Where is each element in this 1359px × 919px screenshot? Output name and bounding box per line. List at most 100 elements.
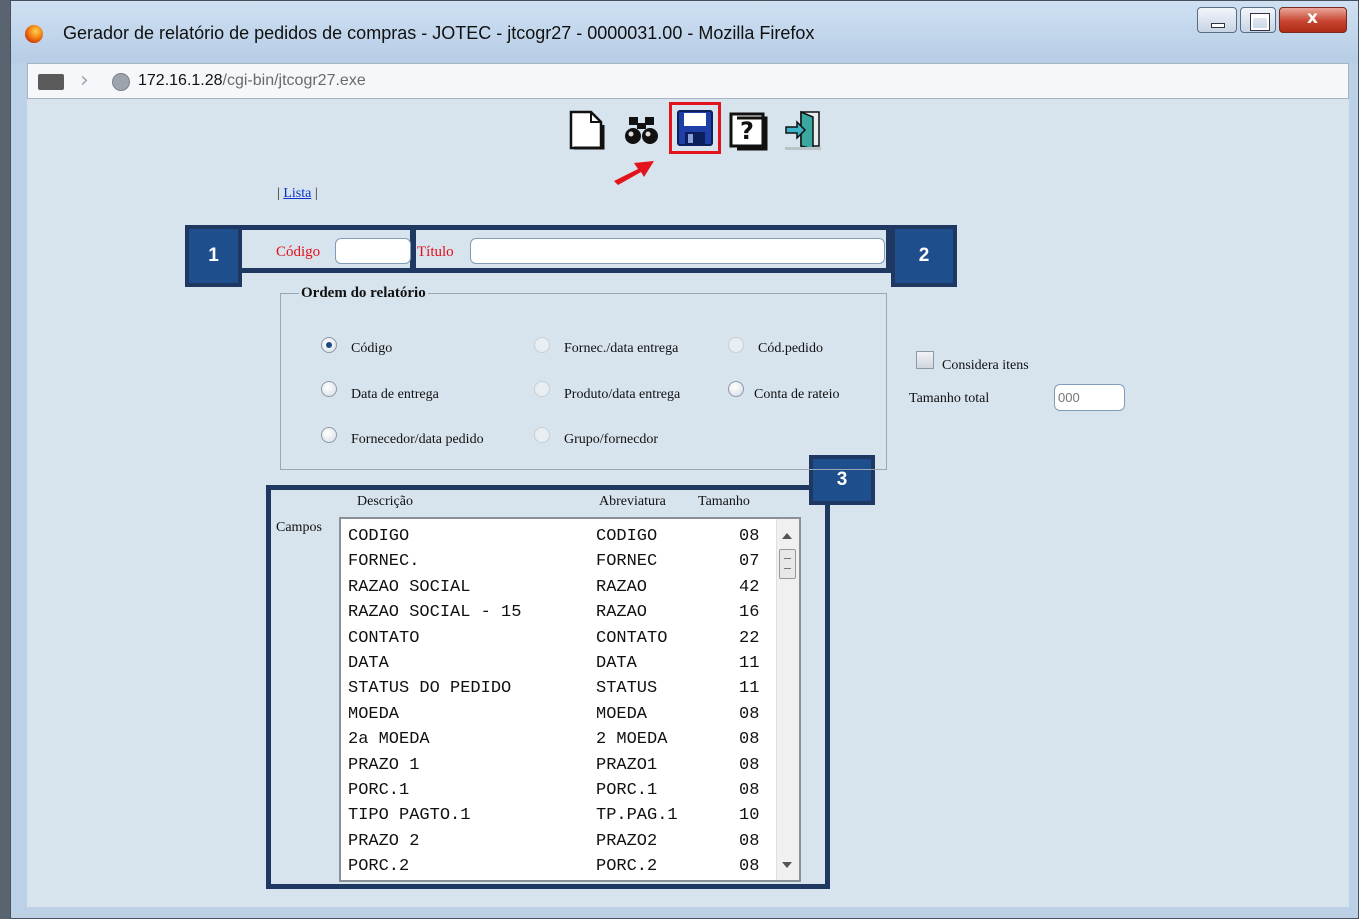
close-button[interactable] xyxy=(1279,7,1347,33)
radio-conta-rateio[interactable] xyxy=(728,381,744,397)
globe-icon xyxy=(112,73,130,91)
radio-data-entrega[interactable] xyxy=(321,381,337,397)
list-item-size: 16 xyxy=(739,603,760,623)
lista-link[interactable]: Lista xyxy=(283,186,311,201)
tab-groups-icon[interactable] xyxy=(38,74,64,90)
codigo-input[interactable] xyxy=(335,238,411,264)
list-item-desc: STATUS DO PEDIDO xyxy=(348,679,512,699)
pointer-arrow-icon xyxy=(612,155,656,187)
list-item-abbr: 2 MOEDA xyxy=(596,730,668,750)
radio-codigo[interactable] xyxy=(321,337,337,353)
list-item-abbr: RAZAO xyxy=(596,577,648,597)
list-item-desc: 2a MOEDA xyxy=(348,730,430,750)
callout-number-2: 2 xyxy=(891,225,957,287)
list-item-size: 08 xyxy=(739,704,760,724)
radio-label: Cód.pedido xyxy=(758,341,823,356)
exit-door-icon[interactable] xyxy=(783,109,823,151)
browser-window: Gerador de relatório de pedidos de compr… xyxy=(10,0,1359,919)
campos-label: Campos xyxy=(276,520,322,535)
url-path: /cgi-bin/jtcogr27.exe xyxy=(222,72,366,89)
callout-number-1: 1 xyxy=(185,225,242,287)
list-item-abbr: FORNEC xyxy=(596,552,658,572)
tamanho-total-label: Tamanho total xyxy=(909,391,990,406)
list-item-desc: PORC.1 xyxy=(348,781,410,800)
list-item-abbr: RAZAO xyxy=(596,603,648,623)
list-item-desc: CODIGO xyxy=(348,527,410,546)
list-item-desc: DATA xyxy=(348,654,389,673)
titulo-input[interactable] xyxy=(470,238,885,264)
list-item[interactable]: DATA DATA 11 xyxy=(341,654,781,679)
campos-scrollbar[interactable] xyxy=(776,519,799,880)
list-item-abbr: CODIGO xyxy=(596,527,658,546)
address-bar[interactable]: › 172.16.1.28/cgi-bin/jtcogr27.exe xyxy=(27,63,1349,99)
considera-itens-label: Considera itens xyxy=(942,358,1029,373)
list-item-abbr: MOEDA xyxy=(596,704,648,724)
list-item[interactable]: PORC.1 PORC.1 08 xyxy=(341,781,781,806)
tamanho-total-input[interactable] xyxy=(1054,384,1125,411)
title-bar: Gerador de relatório de pedidos de compr… xyxy=(11,1,1358,63)
list-item[interactable]: RAZAO SOCIAL - 15 RAZAO 16 xyxy=(341,603,781,628)
radio-produto-data-entrega xyxy=(534,381,550,397)
list-item-desc: PRAZO 2 xyxy=(348,831,420,851)
list-item-abbr: PRAZO2 xyxy=(596,831,658,851)
save-floppy-icon[interactable] xyxy=(669,102,721,154)
campos-listbox[interactable]: CODIGO CODIGO 08 FORNEC. FORNEC 07 RAZAO SOCIA… xyxy=(339,517,801,882)
considera-itens-checkbox[interactable] xyxy=(916,351,934,369)
list-item-abbr: PORC.1 xyxy=(596,781,658,800)
list-item-abbr: DATA xyxy=(596,654,637,673)
page-content: ? | Lista | 1 2 3 Código Título Ordem do… xyxy=(27,99,1349,907)
list-item[interactable]: RAZAO SOCIAL RAZAO 42 xyxy=(341,578,781,603)
find-binoculars-icon[interactable] xyxy=(623,109,663,151)
list-item-abbr: TP.PAG.1 xyxy=(596,806,678,826)
list-item[interactable]: TIPO PAGTO.1 TP.PAG.1 10 xyxy=(341,806,781,831)
nav-separator: | xyxy=(277,186,280,201)
list-item-size: 22 xyxy=(739,628,760,648)
list-item-size: 10 xyxy=(739,806,760,826)
scroll-down-icon[interactable] xyxy=(782,862,792,868)
header-descricao: Descrição xyxy=(357,494,413,509)
minimize-button[interactable] xyxy=(1197,7,1237,33)
list-item-size: 42 xyxy=(739,577,760,597)
list-item[interactable]: CODIGO CODIGO 08 xyxy=(341,527,781,552)
new-document-icon[interactable] xyxy=(565,109,605,151)
list-item-desc: MOEDA xyxy=(348,704,400,724)
radio-label: Data de entrega xyxy=(351,387,439,402)
list-item[interactable]: CONTATO CONTATO 22 xyxy=(341,629,781,654)
list-item-size: 08 xyxy=(739,527,760,546)
list-item[interactable]: FORNEC. FORNEC 07 xyxy=(341,552,781,577)
list-item[interactable]: MOEDA MOEDA 08 xyxy=(341,705,781,730)
scroll-up-icon[interactable] xyxy=(782,533,792,539)
list-item[interactable]: PRAZO 2 PRAZO2 08 xyxy=(341,832,781,857)
list-item-abbr: CONTATO xyxy=(596,628,668,648)
radio-label: Código xyxy=(351,341,393,356)
titulo-label: Título xyxy=(417,244,454,260)
list-item-size: 08 xyxy=(739,781,760,800)
radio-label: Grupo/fornecdor xyxy=(564,432,659,447)
list-item-desc: PRAZO 1 xyxy=(348,755,420,775)
list-item-abbr: PORC.2 xyxy=(596,857,658,877)
list-item[interactable]: PORC.2 PORC.2 08 xyxy=(341,857,781,880)
list-item-size: 11 xyxy=(739,654,760,673)
list-item-size: 08 xyxy=(739,755,760,775)
svg-text:?: ? xyxy=(740,117,754,145)
chevron-right-icon: › xyxy=(80,68,89,93)
list-item-desc: CONTATO xyxy=(348,628,420,648)
help-icon[interactable]: ? xyxy=(728,109,768,151)
url-text[interactable]: 172.16.1.28/cgi-bin/jtcogr27.exe xyxy=(138,72,366,90)
list-item-desc: RAZAO SOCIAL - 15 xyxy=(348,603,522,623)
list-item-desc: TIPO PAGTO.1 xyxy=(348,806,471,826)
url-host: 172.16.1.28 xyxy=(138,72,223,89)
header-tamanho: Tamanho xyxy=(698,494,750,509)
maximize-button[interactable] xyxy=(1240,7,1276,33)
list-item-size: 11 xyxy=(739,679,760,699)
list-item-desc: RAZAO SOCIAL xyxy=(348,577,471,597)
radio-label: Fornec./data entrega xyxy=(564,341,679,356)
list-item[interactable]: 2a MOEDA 2 MOEDA 08 xyxy=(341,730,781,755)
scroll-thumb[interactable] xyxy=(779,549,796,579)
list-item[interactable]: STATUS DO PEDIDO STATUS 11 xyxy=(341,679,781,704)
order-legend: Ordem do relatório xyxy=(301,285,426,301)
radio-label: Conta de rateio xyxy=(754,387,840,402)
list-item[interactable]: PRAZO 1 PRAZO1 08 xyxy=(341,756,781,781)
radio-fornecedor-data-pedido[interactable] xyxy=(321,427,337,443)
radio-cod-pedido xyxy=(728,337,744,353)
